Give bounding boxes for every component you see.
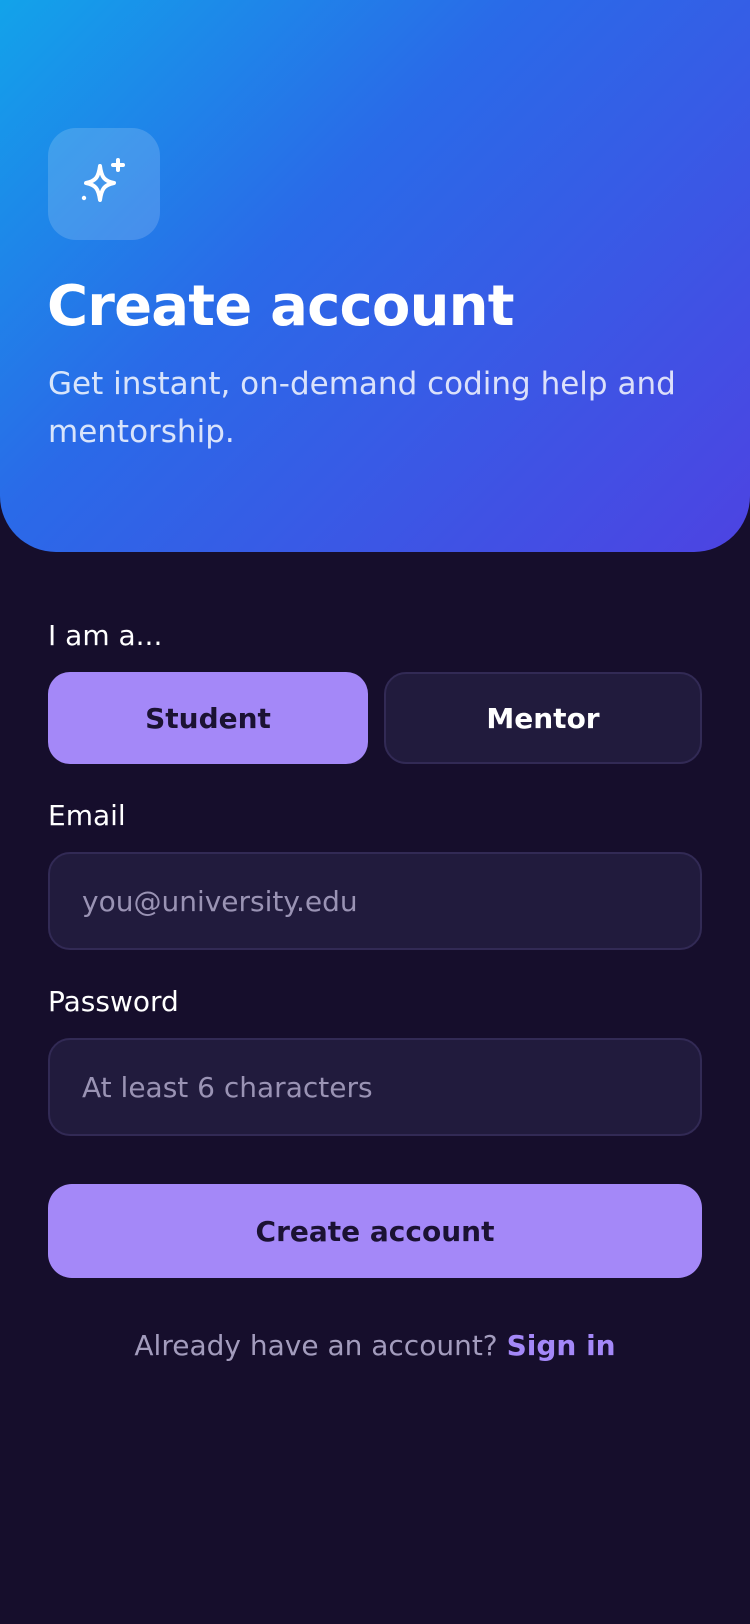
app-logo: [48, 128, 160, 240]
signin-prompt: Already have an account? Sign in: [0, 1326, 750, 1366]
email-field-container: [48, 852, 702, 950]
email-field[interactable]: [50, 854, 700, 948]
role-mentor-button[interactable]: Mentor: [384, 672, 702, 764]
sign-in-link[interactable]: Sign in: [507, 1329, 616, 1362]
password-label: Password: [48, 985, 179, 1018]
create-account-button[interactable]: Create account: [48, 1184, 702, 1278]
page-title: Create account: [47, 274, 514, 339]
role-student-button[interactable]: Student: [48, 672, 368, 764]
role-label: I am a...: [48, 619, 163, 652]
email-label: Email: [48, 799, 126, 832]
signin-prompt-text: Already have an account?: [134, 1329, 498, 1362]
header-banner: Create account Get instant, on-demand co…: [0, 0, 750, 552]
sparkles-icon: [81, 158, 125, 202]
password-field[interactable]: [50, 1040, 700, 1134]
password-field-container: [48, 1038, 702, 1136]
page-subtitle: Get instant, on-demand coding help and m…: [48, 366, 676, 450]
